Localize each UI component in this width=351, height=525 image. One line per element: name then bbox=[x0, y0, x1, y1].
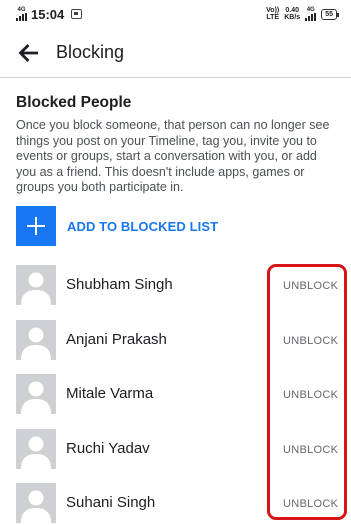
volte-bottom: LTE bbox=[266, 14, 280, 21]
back-button[interactable] bbox=[0, 28, 56, 78]
avatar[interactable] bbox=[16, 319, 56, 360]
list-item: Suhani Singh UNBLOCK bbox=[0, 483, 351, 525]
add-button-box[interactable] bbox=[16, 206, 56, 246]
avatar[interactable] bbox=[16, 483, 56, 523]
notification-icon bbox=[71, 9, 83, 19]
avatar[interactable] bbox=[16, 374, 56, 414]
arrow-left-icon bbox=[18, 43, 38, 62]
unblock-button[interactable]: UNBLOCK bbox=[283, 444, 338, 456]
volte-indicator: Vo)) LTE bbox=[266, 7, 279, 21]
list-item: Ruchi Yadav UNBLOCK bbox=[0, 428, 351, 484]
app-bar: Blocking bbox=[0, 28, 351, 78]
speed-unit: KB/s bbox=[284, 14, 301, 21]
list-item: Mitale Varma UNBLOCK bbox=[0, 374, 351, 429]
default-profile-icon bbox=[21, 381, 51, 414]
volte-top: Vo)) bbox=[266, 7, 280, 14]
person-name[interactable]: Ruchi Yadav bbox=[66, 440, 150, 457]
page-title: Blocking bbox=[56, 42, 125, 62]
section-description: Once you block someone, that person can … bbox=[16, 118, 330, 194]
avatar[interactable] bbox=[16, 265, 56, 305]
default-profile-icon bbox=[21, 436, 51, 469]
signal-icon: 4G bbox=[16, 7, 27, 21]
section-title: Blocked People bbox=[16, 94, 132, 111]
blocked-people-list: Shubham Singh UNBLOCK Anjani Prakash UNB… bbox=[0, 265, 351, 525]
add-to-blocked-list-label[interactable]: ADD TO BLOCKED LIST bbox=[67, 219, 218, 234]
signal-icon-right: 4G bbox=[305, 7, 317, 21]
list-item: Shubham Singh UNBLOCK bbox=[0, 265, 351, 320]
unblock-button[interactable]: UNBLOCK bbox=[283, 335, 338, 347]
add-to-blocked-list-button[interactable]: ADD TO BLOCKED LIST bbox=[16, 206, 218, 246]
unblock-button[interactable]: UNBLOCK bbox=[283, 280, 338, 292]
default-profile-icon bbox=[21, 272, 51, 305]
plus-icon bbox=[27, 217, 45, 235]
battery-icon: 55 bbox=[321, 8, 339, 20]
unblock-button[interactable]: UNBLOCK bbox=[283, 498, 338, 510]
data-speed: 0.40 KB/s bbox=[284, 7, 300, 21]
list-item: Anjani Prakash UNBLOCK bbox=[0, 319, 351, 375]
person-name[interactable]: Anjani Prakash bbox=[66, 331, 167, 348]
speed-value: 0.40 bbox=[285, 7, 300, 14]
status-bar: 4G 15:04 Vo)) LTE 0.40 KB/s 4G 55 bbox=[0, 0, 351, 28]
person-name[interactable]: Shubham Singh bbox=[66, 276, 173, 293]
clock: 15:04 bbox=[31, 6, 65, 22]
default-profile-icon bbox=[21, 327, 51, 360]
person-name[interactable]: Suhani Singh bbox=[66, 494, 155, 511]
default-profile-icon bbox=[21, 490, 51, 523]
unblock-button[interactable]: UNBLOCK bbox=[283, 389, 338, 401]
person-name[interactable]: Mitale Varma bbox=[66, 385, 153, 402]
avatar[interactable] bbox=[16, 428, 56, 469]
